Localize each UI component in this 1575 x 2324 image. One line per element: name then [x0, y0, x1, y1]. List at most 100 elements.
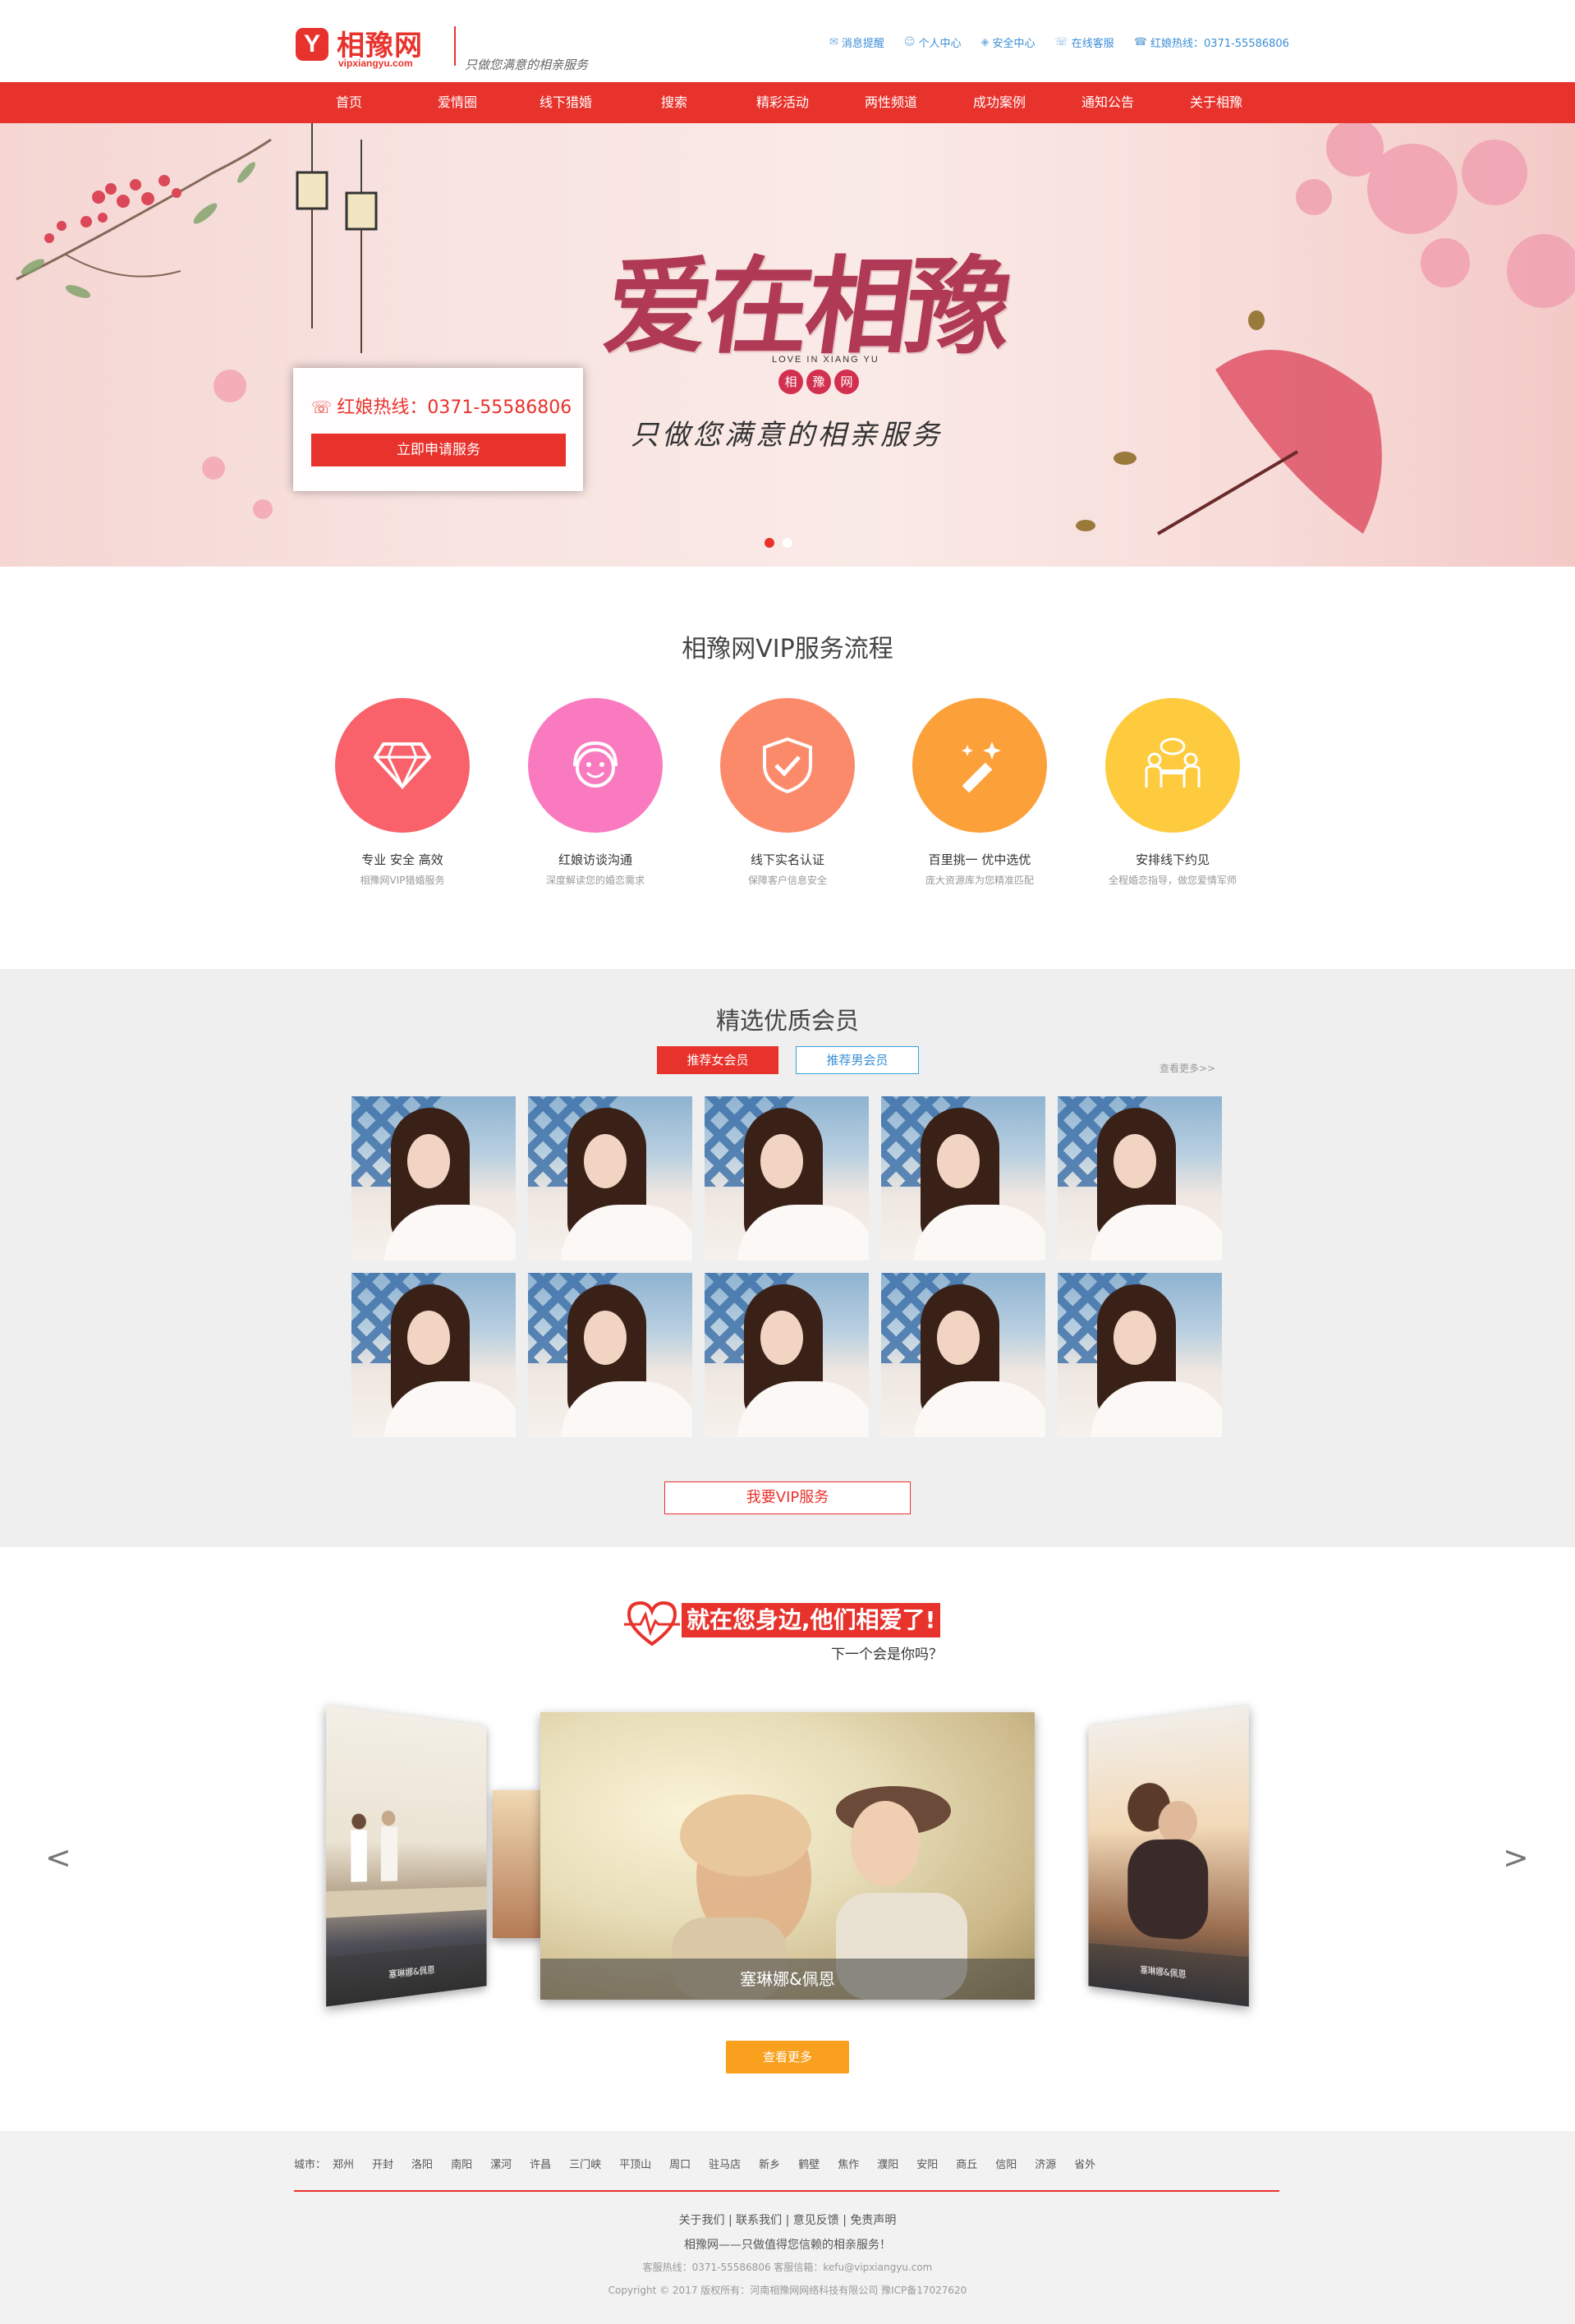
city-link[interactable]: 周口	[669, 2156, 691, 2171]
nav-item-search[interactable]: 搜索	[661, 82, 687, 123]
tab-female-members[interactable]: 推荐女会员	[657, 1046, 778, 1074]
city-link[interactable]: 郑州	[333, 2156, 354, 2171]
process-step-desc: 保障客户信息安全	[747, 875, 827, 886]
city-link[interactable]: 信阳	[995, 2156, 1017, 2171]
member-photo[interactable]	[881, 1096, 1045, 1261]
shield-check-icon	[720, 698, 855, 833]
flower-branch-right	[1296, 123, 1575, 308]
city-link[interactable]: 驻马店	[709, 2156, 741, 2171]
story-card-left[interactable]: 塞琳娜&佩恩	[326, 1705, 487, 2007]
hero-banner[interactable]: 爱在相豫 LOVE IN XIANG YU 相 豫 网 只做您满意的相亲服务 ☏…	[0, 123, 1575, 567]
city-link[interactable]: 省外	[1074, 2156, 1095, 2171]
slide-dot-2[interactable]	[783, 538, 792, 548]
city-link[interactable]: 安阳	[916, 2156, 938, 2171]
lantern-icon	[296, 123, 378, 353]
member-photo-face	[937, 1134, 980, 1188]
process-step-desc: 庞大资源库为您精准匹配	[925, 875, 1034, 886]
members-more-link[interactable]: 查看更多>>	[1159, 1061, 1215, 1075]
member-photo[interactable]	[528, 1096, 692, 1261]
process-step-desc: 深度解读您的婚恋需求	[545, 875, 645, 886]
member-photo[interactable]	[351, 1096, 516, 1261]
member-photo[interactable]	[1058, 1096, 1222, 1261]
top-links: ✉ 消息提醒 ☺ 个人中心 ◈ 安全中心 ☏ 在线客服 ☎ 红娘热线：0371-55586…	[829, 34, 1289, 50]
story-card-center[interactable]: 塞琳娜&佩恩	[540, 1712, 1035, 2000]
city-link[interactable]: 三门峡	[569, 2156, 601, 2171]
slide-dot-1[interactable]	[765, 538, 774, 548]
city-link[interactable]: 济源	[1035, 2156, 1056, 2171]
nav-item-love-circle[interactable]: 爱情圈	[438, 82, 477, 123]
city-link[interactable]: 焦作	[838, 2156, 859, 2171]
members-section: 精选优质会员 推荐女会员 推荐男会员 查看更多>> 我要VIP服务	[0, 969, 1575, 1547]
city-link[interactable]: 新乡	[759, 2156, 780, 2171]
nav-item-about[interactable]: 关于相豫	[1190, 82, 1242, 123]
story-caption: 塞琳娜&佩恩	[540, 1959, 1035, 2000]
member-photo[interactable]	[351, 1273, 516, 1437]
top-link-label: 消息提醒	[841, 38, 884, 50]
footer-links[interactable]: 关于我们 | 联系我们 | 意见反馈 | 免责声明	[0, 2211, 1575, 2228]
footer-copyright: Copyright © 2017 版权所有：河南相豫网网络科技有限公司 豫ICP…	[608, 2285, 967, 2296]
top-link-hotline[interactable]: ☎ 红娘热线：0371-55586806	[1134, 34, 1289, 50]
city-link[interactable]: 漯河	[490, 2156, 512, 2171]
nav-item-channel[interactable]: 两性频道	[865, 82, 917, 123]
umbrella-icon	[1156, 350, 1382, 535]
process-step: 安排线下约见 全程婚恋指导，做您爱情军师	[1078, 698, 1267, 887]
nav-item-offline[interactable]: 线下猎婚	[540, 82, 592, 123]
see-more-button[interactable]: 查看更多	[726, 2041, 849, 2074]
user-icon: ☺	[903, 36, 916, 48]
process-title: 相豫网VIP服务流程	[682, 635, 893, 664]
hotline-label: 红娘热线：0371-55586806	[337, 397, 572, 418]
top-link-label: 个人中心	[918, 38, 962, 50]
city-list: 城市： 郑州 开封 洛阳 南阳 漯河 许昌 三门峡 平顶山 周口 驻马店 新乡 鹤壁 焦作 濮阳 安阳 商丘 信…	[294, 2156, 1114, 2171]
phone-icon: ☎	[1133, 36, 1147, 48]
carousel-next-icon[interactable]: >	[1503, 1839, 1529, 1876]
member-photo-face	[407, 1134, 450, 1188]
vip-service-button[interactable]: 我要VIP服务	[664, 1481, 911, 1514]
member-photo-face	[1114, 1134, 1156, 1188]
nav-item-cases[interactable]: 成功案例	[973, 82, 1026, 123]
process-step-title: 线下实名认证	[750, 852, 824, 867]
bird-icon	[1076, 310, 1265, 531]
city-link[interactable]: 濮阳	[877, 2156, 898, 2171]
member-photo[interactable]	[1058, 1273, 1222, 1437]
banner-brand-char: 豫	[806, 370, 831, 394]
footer-contact: 客服热线：0371-55586806 客服信箱：kefu@vipxiangyu.…	[642, 2262, 933, 2273]
carousel-prev-icon[interactable]: <	[45, 1839, 71, 1876]
flower-branch-left	[16, 138, 273, 519]
city-link[interactable]: 鹤壁	[798, 2156, 820, 2171]
top-link-messages[interactable]: ✉ 消息提醒	[829, 34, 884, 50]
city-link[interactable]: 平顶山	[619, 2156, 651, 2171]
top-link-service[interactable]: ☏ 在线客服	[1055, 34, 1114, 50]
nav-item-events[interactable]: 精彩活动	[756, 82, 809, 123]
top-link-profile[interactable]: ☺ 个人中心	[904, 34, 962, 50]
member-photo-face	[937, 1311, 980, 1365]
city-link[interactable]: 南阳	[451, 2156, 472, 2171]
diamond-icon	[335, 698, 470, 833]
process-step-desc: 全程婚恋指导，做您爱情军师	[1108, 875, 1237, 886]
top-link-security[interactable]: ◈ 安全中心	[981, 34, 1035, 50]
member-photo[interactable]	[705, 1273, 869, 1437]
message-icon: ✉	[829, 36, 838, 48]
nav-item-notices[interactable]: 通知公告	[1081, 82, 1134, 123]
nav-item-home[interactable]: 首页	[336, 82, 362, 123]
member-photo[interactable]	[881, 1273, 1045, 1437]
chat-icon: ☏	[1054, 36, 1068, 48]
banner-slogan: 只做您满意的相亲服务	[631, 419, 943, 452]
member-photo-face	[584, 1134, 627, 1188]
footer-divider	[294, 2190, 1279, 2192]
logo-icon[interactable]: Y	[296, 28, 328, 61]
apply-service-button[interactable]: 立即申请服务	[311, 434, 566, 466]
city-link[interactable]: 商丘	[956, 2156, 977, 2171]
banner-brand: 相 豫 网	[778, 370, 859, 394]
site-header: Y 相豫网 vipxiangyu.com 只做您满意的相亲服务 ✉ 消息提醒 ☺ 个…	[0, 0, 1575, 82]
story-card-right[interactable]: 塞琳娜&佩恩	[1088, 1705, 1249, 2007]
tab-male-members[interactable]: 推荐男会员	[796, 1046, 919, 1074]
member-photo[interactable]	[528, 1273, 692, 1437]
member-photo-face	[584, 1311, 627, 1365]
headset-icon	[528, 698, 663, 833]
city-link[interactable]: 许昌	[530, 2156, 551, 2171]
city-link[interactable]: 开封	[372, 2156, 393, 2171]
city-link[interactable]: 洛阳	[411, 2156, 433, 2171]
main-nav: 首页 爱情圈 线下猎婚 搜索 精彩活动 两性频道 成功案例 通知公告 关于相豫	[0, 82, 1575, 123]
member-photo[interactable]	[705, 1096, 869, 1261]
hotline-icon: ☏	[311, 397, 338, 417]
